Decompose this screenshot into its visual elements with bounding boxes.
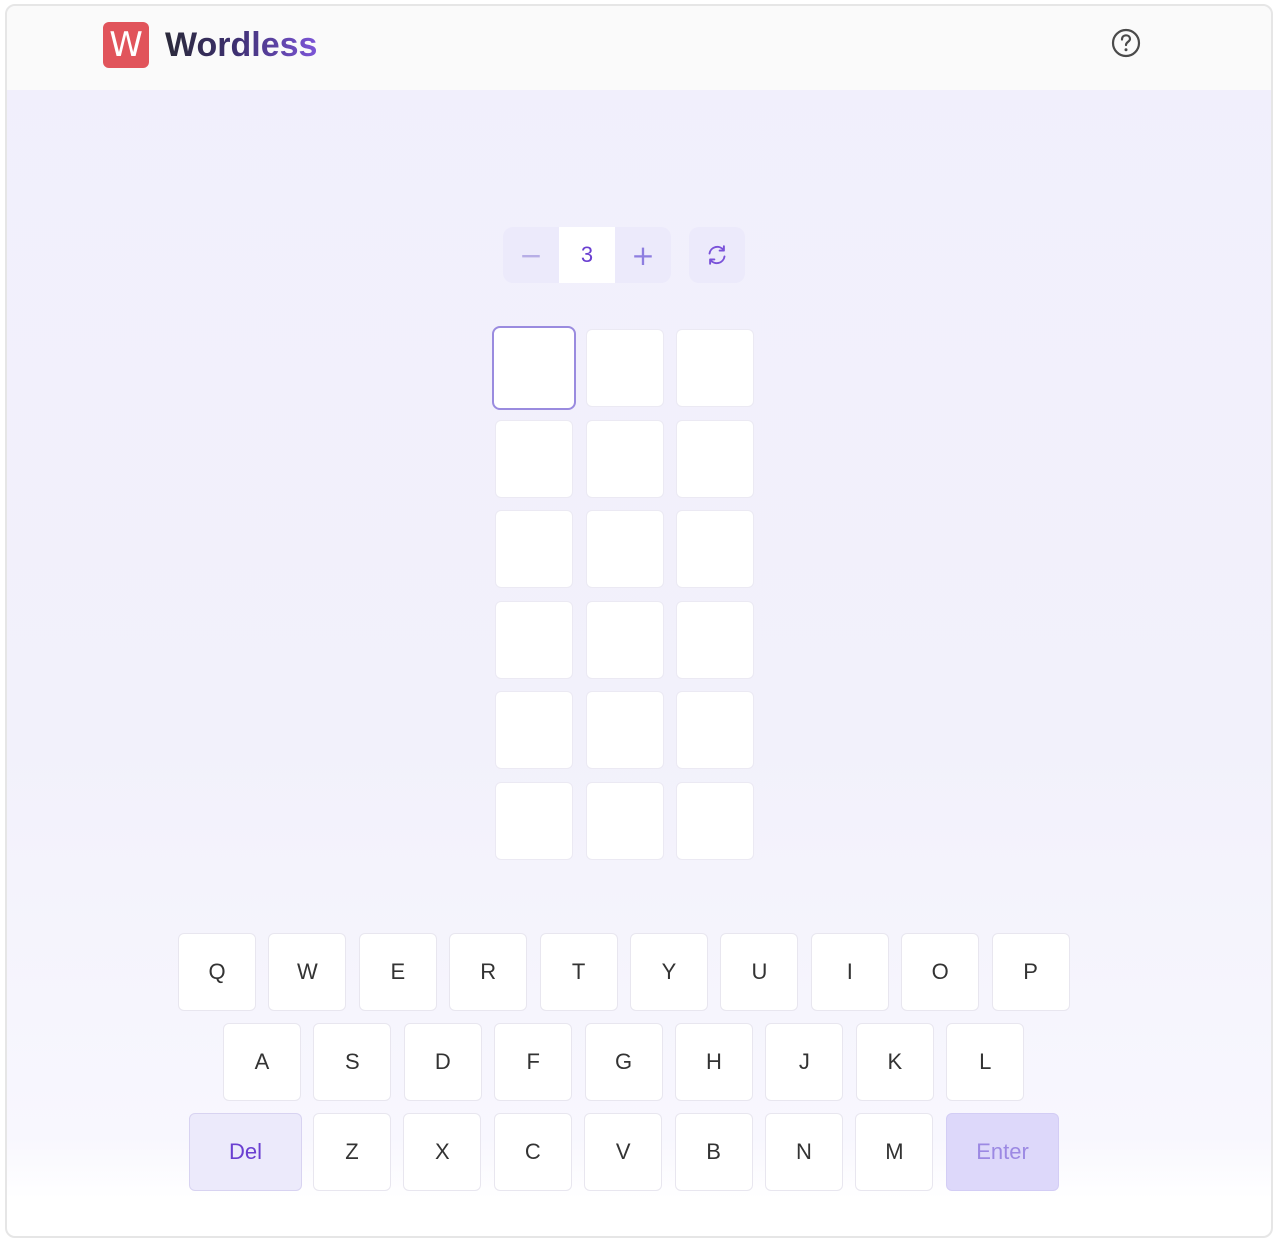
key-x[interactable]: X (403, 1113, 482, 1191)
key-p[interactable]: P (991, 933, 1070, 1011)
grid-cell[interactable] (495, 510, 573, 588)
increase-length-button[interactable]: + (615, 227, 671, 283)
key-s[interactable]: S (313, 1023, 392, 1101)
key-h[interactable]: H (675, 1023, 753, 1101)
grid-cell[interactable] (495, 691, 573, 769)
length-stepper: − 3 + (503, 227, 671, 283)
grid-cell[interactable] (495, 419, 573, 498)
logo-badge: W (103, 22, 149, 68)
key-m[interactable]: M (855, 1113, 934, 1191)
header: W Wordless (7, 6, 1271, 90)
delete-key[interactable]: Del (189, 1113, 302, 1191)
key-d[interactable]: D (403, 1023, 482, 1101)
key-i[interactable]: I (810, 933, 889, 1011)
grid-cell[interactable] (676, 329, 754, 407)
grid-cell[interactable] (495, 600, 573, 679)
key-u[interactable]: U (720, 933, 799, 1011)
grid-cell-active[interactable] (492, 326, 576, 410)
key-y[interactable]: Y (630, 933, 708, 1011)
key-g[interactable]: G (584, 1023, 663, 1101)
grid-cell[interactable] (676, 781, 754, 860)
help-button[interactable] (1111, 28, 1141, 58)
app-window: W Wordless − 3 + Q W E R T Y U I O P A S D F G H J K L Del Z (5, 4, 1273, 1238)
key-e[interactable]: E (358, 933, 437, 1011)
length-value: 3 (559, 227, 615, 283)
key-b[interactable]: B (674, 1113, 753, 1191)
key-k[interactable]: K (855, 1023, 934, 1101)
grid-cell[interactable] (676, 600, 754, 679)
grid-cell[interactable] (585, 510, 664, 588)
grid-cell[interactable] (585, 329, 664, 407)
key-f[interactable]: F (494, 1023, 573, 1101)
key-z[interactable]: Z (313, 1113, 391, 1191)
key-q[interactable]: Q (178, 933, 256, 1011)
app-title: Wordless (165, 26, 318, 64)
key-o[interactable]: O (901, 933, 980, 1011)
help-icon (1111, 28, 1141, 58)
grid-cell[interactable] (676, 691, 754, 769)
new-game-button[interactable] (689, 227, 745, 283)
grid-cell[interactable] (585, 691, 664, 769)
key-n[interactable]: N (765, 1113, 843, 1191)
key-l[interactable]: L (946, 1023, 1025, 1101)
length-controls: − 3 + (503, 227, 745, 283)
key-r[interactable]: R (449, 933, 528, 1011)
grid-cell[interactable] (676, 510, 754, 588)
grid-cell[interactable] (495, 781, 573, 860)
key-t[interactable]: T (539, 933, 618, 1011)
grid-cell[interactable] (585, 419, 664, 498)
decrease-length-button[interactable]: − (503, 227, 559, 283)
enter-key[interactable]: Enter (946, 1113, 1059, 1191)
grid-cell[interactable] (585, 600, 664, 679)
key-c[interactable]: C (493, 1113, 572, 1191)
key-j[interactable]: J (765, 1023, 844, 1101)
grid-cell[interactable] (676, 419, 754, 498)
key-a[interactable]: A (223, 1023, 301, 1101)
key-v[interactable]: V (584, 1113, 663, 1191)
key-w[interactable]: W (268, 933, 347, 1011)
refresh-icon (708, 245, 726, 265)
grid-cell[interactable] (585, 781, 664, 860)
